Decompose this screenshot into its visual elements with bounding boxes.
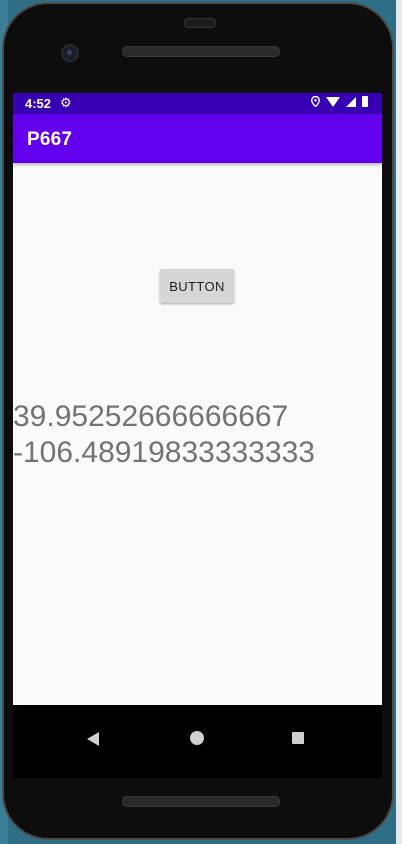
proximity-sensor (184, 18, 216, 28)
battery-icon (362, 96, 368, 107)
signal-icon (346, 96, 356, 107)
device-screen: 4:52 ⚙ P667 BUTTON 39.95252666666667 -10… (13, 93, 382, 778)
gear-icon: ⚙ (60, 95, 72, 110)
latitude-text: 39.95252666666667 (13, 400, 289, 433)
earpiece-speaker (122, 46, 280, 57)
main-button[interactable]: BUTTON (160, 269, 234, 303)
bottom-speaker (122, 796, 280, 807)
location-icon (311, 96, 320, 107)
desktop-edge (396, 0, 402, 844)
recents-icon[interactable] (292, 732, 304, 744)
wifi-icon (326, 96, 340, 107)
status-bar: 4:52 ⚙ (13, 93, 382, 114)
back-icon[interactable] (87, 732, 99, 746)
front-camera-icon (61, 44, 79, 62)
home-icon[interactable] (190, 731, 204, 745)
app-bar: P667 (13, 114, 382, 163)
navigation-bar (13, 705, 382, 778)
status-icons (311, 96, 368, 107)
status-time: 4:52 (25, 96, 52, 111)
longitude-text: -106.48919833333333 (13, 436, 315, 469)
app-title: P667 (27, 129, 73, 150)
